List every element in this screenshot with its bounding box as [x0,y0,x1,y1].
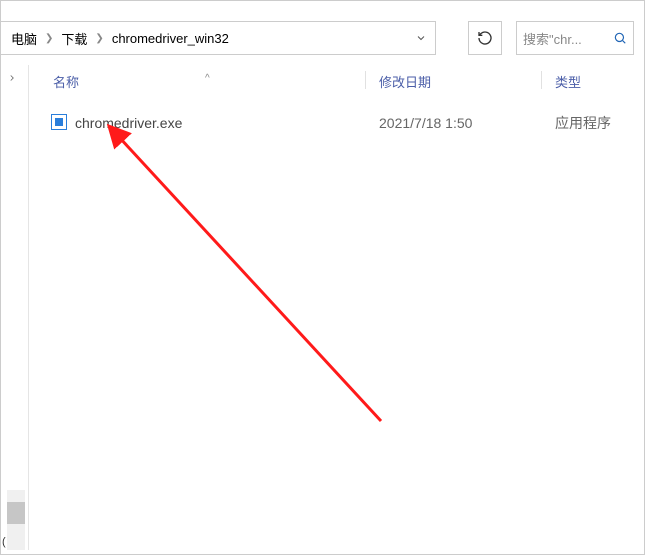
file-name: chromedriver.exe [75,115,182,131]
address-bar-row: 电脑 ❯ 下载 ❯ chromedriver_win32 搜索"chr... [1,21,644,57]
nav-truncated-label: ( [2,536,6,548]
file-row[interactable]: chromedriver.exe 2021/7/18 1:50 应用程序 [41,111,638,135]
refresh-button[interactable] [468,21,502,55]
chevron-right-icon[interactable] [7,71,17,86]
refresh-icon [477,30,493,46]
breadcrumb-item-downloads[interactable]: 下载 [55,22,93,54]
chevron-right-icon: ❯ [93,33,105,44]
column-headers: 名称 ^ 修改日期 类型 [41,67,638,95]
chevron-right-icon: ❯ [43,33,55,44]
column-header-type[interactable]: 类型 [555,72,581,91]
breadcrumb-label: 电脑 [11,29,37,48]
nav-tree-strip: ( [1,65,29,550]
breadcrumb-item-computer[interactable]: 电脑 [5,22,43,54]
exe-icon [51,114,67,130]
search-placeholder: 搜索"chr... [523,29,613,48]
nav-scrollbar-thumb[interactable] [7,502,25,524]
column-separator[interactable] [541,71,542,89]
column-separator[interactable] [365,71,366,89]
column-header-date[interactable]: 修改日期 [379,72,431,91]
chevron-down-icon [415,32,427,44]
breadcrumb-item-current[interactable]: chromedriver_win32 [106,22,235,54]
breadcrumb-label: 下载 [61,29,87,48]
column-header-name[interactable]: 名称 [53,72,79,91]
history-dropdown-button[interactable] [407,22,435,54]
search-icon [613,31,627,45]
breadcrumb-label: chromedriver_win32 [112,31,229,46]
file-type: 应用程序 [555,113,611,133]
file-date: 2021/7/18 1:50 [379,115,472,131]
file-list: chromedriver.exe 2021/7/18 1:50 应用程序 [41,99,638,550]
sort-ascending-icon: ^ [205,73,210,84]
search-input[interactable]: 搜索"chr... [516,21,634,55]
breadcrumb[interactable]: 电脑 ❯ 下载 ❯ chromedriver_win32 [1,21,436,55]
